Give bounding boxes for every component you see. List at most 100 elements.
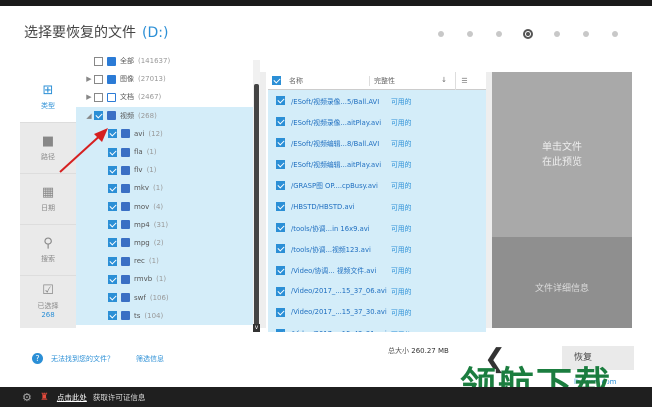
table-row[interactable]: /tools/协调...视频123.avi 可用的 — [268, 238, 486, 259]
nav-label: 搜索 — [41, 254, 55, 263]
collapse-arrow-icon[interactable]: ◢ — [84, 112, 94, 120]
checkbox[interactable] — [108, 220, 117, 230]
license-link[interactable]: 点击此处 — [57, 392, 87, 403]
file-name[interactable]: /Video/协调... 视频文件.avi — [291, 265, 391, 275]
video-icon — [107, 111, 116, 121]
tree-row-video-type[interactable]: mov (4) — [76, 197, 260, 216]
tree-count: (27013) — [138, 75, 166, 84]
file-name[interactable]: /tools/协调...in 16x9.avi — [291, 223, 391, 233]
nav-item-date[interactable]: ▦ 日期 — [20, 174, 76, 225]
all-files-icon — [107, 56, 116, 66]
checkbox[interactable] — [94, 74, 103, 84]
file-name[interactable]: /ESoft/视频录像...aitPlay.avi — [291, 117, 391, 127]
tree-row-all[interactable]: 全部 (141637) — [76, 52, 260, 70]
checkbox[interactable] — [108, 202, 117, 212]
video-file-icon — [121, 256, 130, 266]
tree-count: (4) — [153, 202, 164, 211]
table-row[interactable]: /ESoft/视频录像...aitPlay.avi 可用的 — [268, 111, 486, 132]
checkbox[interactable] — [94, 56, 103, 66]
file-name[interactable]: /Video/2017_...15_37_06.avi — [291, 287, 391, 295]
table-row[interactable]: /GRASP图 OP....cpBusy.avi 可用的 — [268, 175, 486, 196]
row-checkbox[interactable] — [276, 180, 285, 190]
scrollbar-thumb[interactable] — [254, 84, 259, 326]
tree-count: (1) — [146, 166, 157, 175]
table-row[interactable]: /ESoft/视频录像...5/Ball.AVI 可用的 — [268, 90, 486, 111]
file-status: 可用的 — [391, 288, 412, 297]
row-checkbox[interactable] — [276, 244, 285, 254]
table-row[interactable]: /Video/2017_...15_42_31.avi可用的 — [268, 323, 486, 332]
checkbox[interactable] — [108, 183, 117, 193]
drive-label: (D:) — [142, 25, 169, 41]
nav-label: 路径 — [41, 152, 55, 161]
nav-item-type[interactable]: ⊞ 类型 — [20, 72, 76, 123]
select-all-checkbox[interactable] — [272, 76, 281, 85]
row-checkbox[interactable] — [276, 286, 285, 296]
row-checkbox[interactable] — [276, 307, 285, 317]
row-checkbox[interactable] — [276, 117, 285, 127]
tree-row-video[interactable]: ◢ 视频 (268) — [76, 106, 260, 125]
total-size: 总大小 260.27 MB — [388, 346, 449, 356]
checkbox[interactable] — [108, 293, 117, 303]
filter-info-link[interactable]: 筛选信息 — [136, 354, 164, 364]
file-name[interactable]: /ESoft/视频编辑...8/Ball.AVI — [291, 138, 391, 148]
row-checkbox[interactable] — [276, 159, 285, 169]
file-name[interactable]: /ESoft/视频录像...5/Ball.AVI — [291, 96, 391, 106]
tree-row-video-type[interactable]: mkv (1) — [76, 179, 260, 198]
row-checkbox[interactable] — [276, 96, 285, 106]
row-checkbox[interactable] — [276, 138, 285, 148]
tree-label: rmvb — [134, 275, 153, 284]
checkbox[interactable] — [94, 111, 103, 121]
file-name[interactable]: /HBSTD/HBSTD.avi — [291, 203, 391, 211]
tree-row-video-type[interactable]: mp4 (31) — [76, 215, 260, 234]
nav-item-selected[interactable]: ☑ 已选择 268 — [20, 276, 76, 327]
table-row[interactable]: /tools/协调...in 16x9.avi 可用的 — [268, 217, 486, 238]
file-status: 可用的 — [391, 267, 412, 276]
table-row[interactable]: /Video/协调... 视频文件.avi 可用的 — [268, 260, 486, 281]
table-row[interactable]: /ESoft/视频编辑...aitPlay.avi 可用的 — [268, 154, 486, 175]
table-row[interactable]: /Video/2017_...15_37_30.avi 可用的 — [268, 302, 486, 323]
file-name[interactable]: /GRASP图 OP....cpBusy.avi — [291, 180, 391, 190]
checkbox[interactable] — [108, 311, 117, 321]
checkbox[interactable] — [108, 274, 117, 284]
column-menu-icon[interactable]: ☰ — [455, 72, 473, 90]
table-row[interactable]: /HBSTD/HBSTD.avi 可用的 — [268, 196, 486, 217]
file-name[interactable]: /Video/2017_...15_42_31.avi — [291, 330, 391, 332]
tree-row-video-type[interactable]: rmvb (1) — [76, 270, 260, 289]
nav-item-search[interactable]: ⚲ 搜索 — [20, 225, 76, 276]
type-icon: ⊞ — [42, 82, 54, 98]
expand-arrow-icon[interactable]: ▶ — [84, 75, 94, 83]
file-name[interactable]: /tools/协调...视频123.avi — [291, 244, 391, 254]
tree-row-images[interactable]: ▶ 图像 (27013) — [76, 70, 260, 88]
step-dot — [543, 29, 572, 39]
file-name[interactable]: /Video/2017_...15_37_30.avi — [291, 308, 391, 316]
tree-row-documents[interactable]: ▶ 文档 (2467) — [76, 88, 260, 106]
gear-icon[interactable]: ⚙ — [22, 391, 32, 404]
tree-scrollbar[interactable]: v — [253, 60, 260, 332]
tree-row-video-type[interactable]: swf (106) — [76, 288, 260, 307]
row-checkbox[interactable] — [276, 329, 285, 332]
help-link[interactable]: 无法找到您的文件？ — [51, 354, 114, 364]
row-checkbox[interactable] — [276, 223, 285, 233]
scroll-down-icon[interactable]: v — [253, 324, 260, 332]
video-file-icon — [121, 183, 130, 193]
table-row[interactable]: /Video/2017_...15_37_06.avi 可用的 — [268, 281, 486, 302]
tree-row-video-type[interactable]: ts (104) — [76, 306, 260, 325]
tree-count: (12) — [148, 129, 163, 138]
row-checkbox[interactable] — [276, 202, 285, 212]
table-row[interactable]: /ESoft/视频编辑...8/Ball.AVI 可用的 — [268, 132, 486, 153]
row-checkbox[interactable] — [276, 265, 285, 275]
tree-count: (2) — [153, 238, 164, 247]
column-integrity[interactable]: 完整性 ↓ — [369, 75, 455, 86]
tree-label: 视频 — [120, 111, 134, 120]
checkbox[interactable] — [108, 238, 117, 248]
red-arrow-annotation — [59, 128, 108, 173]
splitter-left[interactable] — [260, 72, 266, 328]
checkbox[interactable] — [94, 92, 103, 102]
tree-row-video-type[interactable]: rec (1) — [76, 252, 260, 271]
column-name[interactable]: 名称 — [289, 76, 369, 86]
tree-row-video-type[interactable]: mpg (2) — [76, 233, 260, 253]
tree-count: (106) — [149, 293, 169, 302]
expand-arrow-icon[interactable]: ▶ — [84, 93, 94, 101]
checkbox[interactable] — [108, 256, 117, 266]
file-name[interactable]: /ESoft/视频编辑...aitPlay.avi — [291, 159, 391, 169]
